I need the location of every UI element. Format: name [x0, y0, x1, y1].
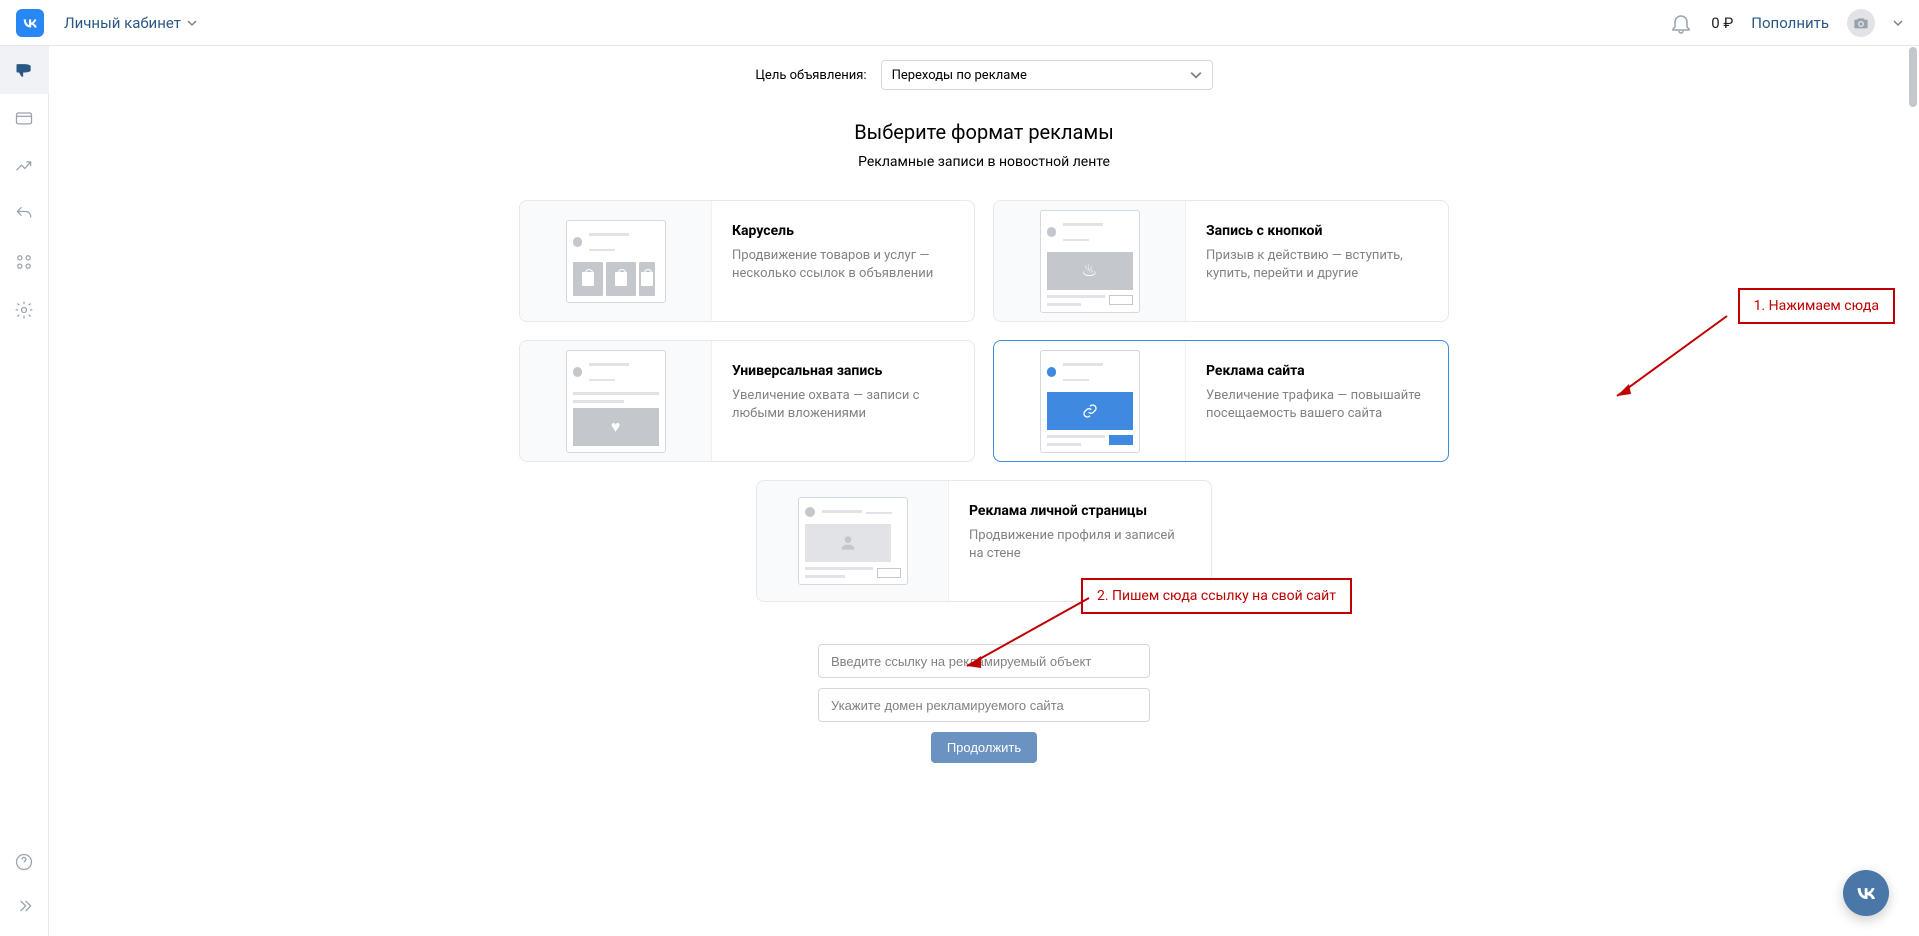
chevron-down-icon[interactable]: [1893, 18, 1903, 28]
scrollbar[interactable]: [1909, 47, 1917, 107]
format-desc: Призыв к действию — вступить, купить, пе…: [1206, 247, 1428, 283]
annotation-arrow-1: [1609, 314, 1729, 404]
account-dropdown[interactable]: Личный кабинет: [64, 14, 197, 32]
chevron-down-icon: [187, 18, 197, 28]
vk-floating-button[interactable]: [1843, 870, 1889, 916]
topup-link[interactable]: Пополнить: [1751, 14, 1829, 32]
format-title: Универсальная запись: [732, 363, 954, 379]
format-desc: Увеличение охвата — записи с любыми влож…: [732, 387, 954, 423]
format-desc: Увеличение трафика — повышайте посещаемо…: [1206, 387, 1428, 423]
wallet-icon: [14, 108, 34, 128]
main-content: Цель объявления: Переходы по рекламе Выб…: [49, 46, 1919, 936]
gear-icon: [14, 300, 34, 320]
sidebar-item-billing[interactable]: [0, 94, 49, 142]
header: Личный кабинет 0 ₽ Пополнить: [0, 0, 1919, 46]
format-thumb: ♥: [520, 341, 712, 461]
format-title: Реклама личной страницы: [969, 503, 1191, 519]
bell-icon[interactable]: [1669, 11, 1693, 35]
sidebar-item-settings[interactable]: [0, 286, 49, 334]
section-title: Выберите формат рекламы: [469, 120, 1499, 144]
annotation-1: 1. Нажимаем сюда: [1738, 288, 1895, 324]
sidebar-item-help[interactable]: [0, 838, 49, 886]
format-title: Запись с кнопкой: [1206, 223, 1428, 239]
sidebar-item-collapse[interactable]: [0, 882, 49, 930]
format-card-carousel[interactable]: Карусель Продвижение товаров и услуг — н…: [519, 200, 975, 322]
link-icon: [1082, 403, 1098, 419]
vk-logo-icon[interactable]: [16, 9, 44, 37]
sidebar: [0, 46, 49, 936]
format-thumb: [757, 481, 949, 601]
link-input[interactable]: [818, 644, 1150, 678]
format-card-site[interactable]: Реклама сайта Увеличение трафика — повыш…: [993, 340, 1449, 462]
goal-label: Цель объявления:: [755, 68, 866, 83]
sidebar-item-campaigns[interactable]: [0, 46, 49, 94]
continue-button[interactable]: Продолжить: [931, 732, 1037, 763]
annotation-2: 2. Пишем сюда ссылку на свой сайт: [1081, 578, 1352, 614]
sidebar-item-stats[interactable]: [0, 142, 49, 190]
format-desc: Продвижение профиля и записей на стене: [969, 527, 1191, 563]
format-card-button[interactable]: ♨ Запись с кнопкой Призыв к действию — в…: [993, 200, 1449, 322]
format-title: Реклама сайта: [1206, 363, 1428, 379]
goal-select[interactable]: Переходы по рекламе: [881, 60, 1213, 90]
format-title: Карусель: [732, 223, 954, 239]
goal-row: Цель объявления: Переходы по рекламе: [469, 60, 1499, 90]
sidebar-item-apps[interactable]: [0, 238, 49, 286]
megaphone-icon: [14, 60, 34, 80]
avatar[interactable]: [1847, 9, 1875, 37]
format-card-universal[interactable]: ♥ Универсальная запись Увеличение охвата…: [519, 340, 975, 462]
chevron-right-icon: [14, 896, 34, 916]
format-thumb: ♨: [994, 201, 1186, 321]
help-icon: [14, 852, 34, 872]
user-icon: [838, 533, 858, 553]
header-right: 0 ₽ Пополнить: [1669, 9, 1903, 37]
account-label: Личный кабинет: [64, 14, 181, 32]
vk-logo-icon: [1854, 881, 1878, 905]
camera-icon: [1853, 15, 1869, 31]
balance-value: 0 ₽: [1711, 14, 1733, 32]
apps-icon: [14, 252, 34, 272]
section-subtitle: Рекламные записи в новостной ленте: [469, 154, 1499, 170]
format-thumb: [994, 341, 1186, 461]
sidebar-item-undo[interactable]: [0, 190, 49, 238]
undo-icon: [14, 204, 34, 224]
format-thumb: [520, 201, 712, 321]
format-desc: Продвижение товаров и услуг — несколько …: [732, 247, 954, 283]
chart-icon: [14, 156, 34, 176]
goal-selected-value: Переходы по рекламе: [892, 68, 1027, 83]
domain-input[interactable]: [818, 688, 1150, 722]
chevron-down-icon: [1190, 71, 1202, 79]
